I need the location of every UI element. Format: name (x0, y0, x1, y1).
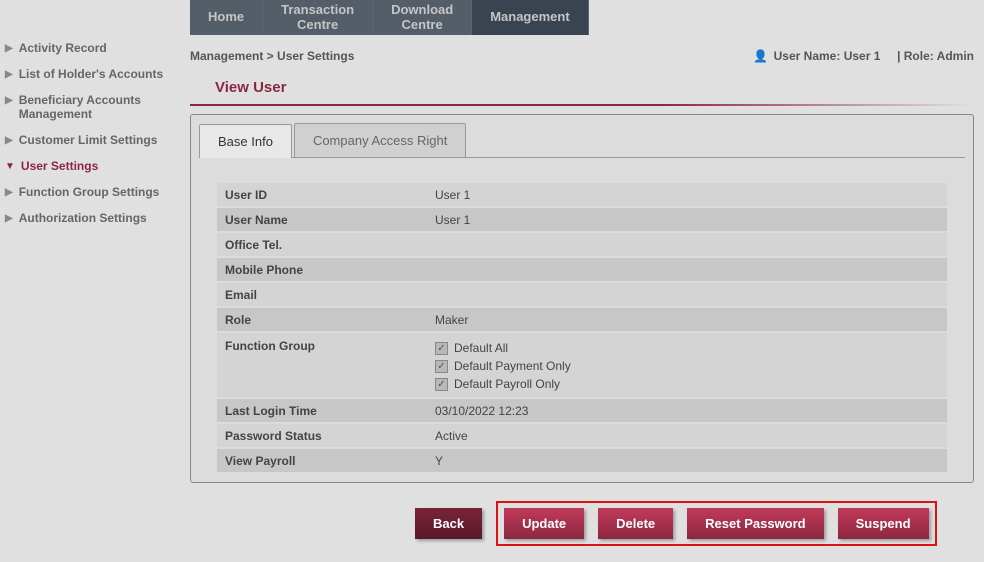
chevron-right-icon: ▶ (5, 213, 13, 224)
label-user-name: User Name (217, 209, 427, 231)
page-title: View User (190, 71, 974, 106)
row-role: Role Maker (217, 308, 947, 331)
tabs: Base Info Company Access Right (199, 123, 965, 158)
row-last-login: Last Login Time 03/10/2022 12:23 (217, 399, 947, 422)
fg-default-payroll: ✓ Default Payroll Only (435, 375, 939, 393)
user-icon: 👤 (753, 49, 768, 63)
breadcrumb: Management > User Settings (190, 49, 354, 63)
value-office-tel (427, 241, 947, 249)
value-email (427, 291, 947, 299)
highlighted-actions: Update Delete Reset Password Suspend (496, 501, 936, 546)
checkbox-icon: ✓ (435, 342, 448, 355)
fg-label: Default Payroll Only (454, 377, 560, 391)
top-nav: Home TransactionCentre DownloadCentre Ma… (190, 0, 589, 35)
sidebar-label: List of Holder's Accounts (19, 67, 163, 81)
username-value: User 1 (844, 49, 881, 63)
user-info: 👤 User Name: User 1 | Role: Admin (753, 49, 974, 63)
sidebar-label: Beneficiary AccountsManagement (19, 93, 141, 121)
value-password-status: Active (427, 425, 947, 447)
tab-company-access-right[interactable]: Company Access Right (294, 123, 466, 157)
sidebar: ▶ Activity Record ▶ List of Holder's Acc… (0, 30, 190, 236)
sidebar-list-holders-accounts[interactable]: ▶ List of Holder's Accounts (0, 61, 190, 87)
label-role: Role (217, 309, 427, 331)
sidebar-label: Function Group Settings (19, 185, 160, 199)
fg-label: Default All (454, 341, 508, 355)
row-function-group: Function Group ✓ Default All ✓ Default P… (217, 333, 947, 397)
chevron-right-icon: ▶ (5, 95, 13, 106)
label-last-login: Last Login Time (217, 400, 427, 422)
chevron-right-icon: ▶ (5, 187, 13, 198)
label-password-status: Password Status (217, 425, 427, 447)
chevron-down-icon: ▼ (5, 161, 15, 172)
tab-base-info[interactable]: Base Info (199, 124, 292, 158)
row-office-tel: Office Tel. (217, 233, 947, 256)
row-user-id: User ID User 1 (217, 183, 947, 206)
role-value: Admin (937, 49, 974, 63)
label-email: Email (217, 284, 427, 306)
checkbox-icon: ✓ (435, 378, 448, 391)
label-user-id: User ID (217, 184, 427, 206)
value-function-group: ✓ Default All ✓ Default Payment Only ✓ D… (427, 335, 947, 397)
sidebar-activity-record[interactable]: ▶ Activity Record (0, 35, 190, 61)
chevron-right-icon: ▶ (5, 43, 13, 54)
update-button[interactable]: Update (504, 508, 584, 539)
sidebar-beneficiary-accounts[interactable]: ▶ Beneficiary AccountsManagement (0, 87, 190, 127)
row-mobile-phone: Mobile Phone (217, 258, 947, 281)
header-row: Management > User Settings 👤 User Name: … (190, 45, 974, 71)
value-user-name: User 1 (427, 209, 947, 231)
nav-management[interactable]: Management (472, 0, 588, 35)
label-view-payroll: View Payroll (217, 450, 427, 472)
info-grid: User ID User 1 User Name User 1 Office T… (199, 183, 965, 472)
value-last-login: 03/10/2022 12:23 (427, 400, 947, 422)
content-panel: Base Info Company Access Right User ID U… (190, 114, 974, 483)
reset-password-button[interactable]: Reset Password (687, 508, 823, 539)
row-user-name: User Name User 1 (217, 208, 947, 231)
row-view-payroll: View Payroll Y (217, 449, 947, 472)
row-password-status: Password Status Active (217, 424, 947, 447)
main-content: Management > User Settings 👤 User Name: … (190, 45, 974, 547)
row-email: Email (217, 283, 947, 306)
nav-download-centre[interactable]: DownloadCentre (373, 0, 472, 35)
label-office-tel: Office Tel. (217, 234, 427, 256)
sidebar-authorization[interactable]: ▶ Authorization Settings (0, 205, 190, 231)
chevron-right-icon: ▶ (5, 69, 13, 80)
value-view-payroll: Y (427, 450, 947, 472)
value-role: Maker (427, 309, 947, 331)
role-label: | Role: (897, 49, 934, 63)
delete-button[interactable]: Delete (598, 508, 673, 539)
actions-row: Back Update Delete Reset Password Suspen… (190, 501, 974, 546)
username-label: User Name: (774, 49, 841, 63)
sidebar-function-group[interactable]: ▶ Function Group Settings (0, 179, 190, 205)
sidebar-label: Activity Record (19, 41, 107, 55)
sidebar-label: User Settings (21, 159, 98, 173)
sidebar-customer-limit[interactable]: ▶ Customer Limit Settings (0, 127, 190, 153)
nav-transaction-centre[interactable]: TransactionCentre (263, 0, 373, 35)
label-function-group: Function Group (217, 335, 427, 357)
nav-home[interactable]: Home (190, 0, 263, 35)
sidebar-label: Authorization Settings (19, 211, 147, 225)
value-mobile-phone (427, 266, 947, 274)
sidebar-label: Customer Limit Settings (19, 133, 158, 147)
fg-default-payment: ✓ Default Payment Only (435, 357, 939, 375)
fg-label: Default Payment Only (454, 359, 571, 373)
fg-default-all: ✓ Default All (435, 339, 939, 357)
sidebar-user-settings[interactable]: ▼ User Settings (0, 153, 190, 179)
label-mobile-phone: Mobile Phone (217, 259, 427, 281)
checkbox-icon: ✓ (435, 360, 448, 373)
back-button[interactable]: Back (415, 508, 482, 539)
suspend-button[interactable]: Suspend (838, 508, 929, 539)
value-user-id: User 1 (427, 184, 947, 206)
chevron-right-icon: ▶ (5, 135, 13, 146)
